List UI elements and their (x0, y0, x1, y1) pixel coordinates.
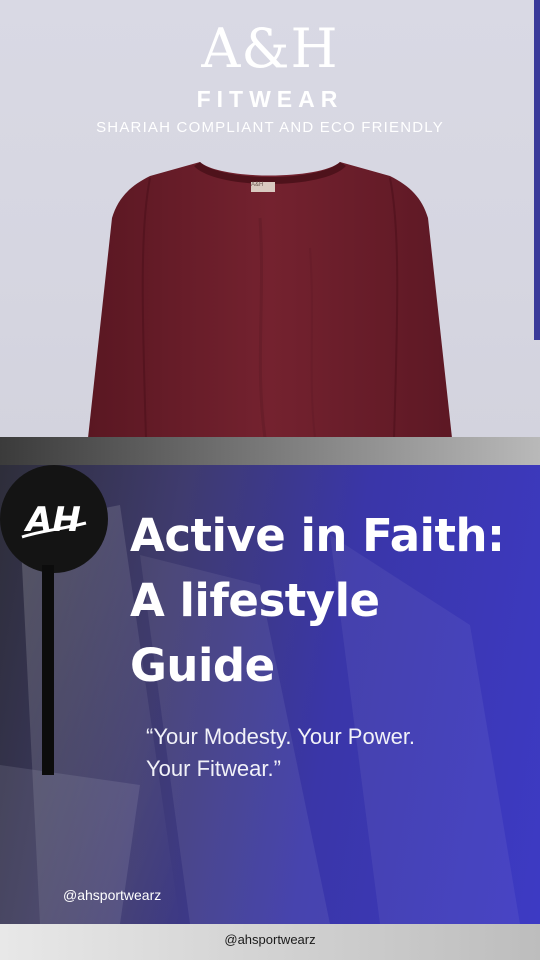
headline-line: A lifestyle (130, 574, 380, 627)
quote-line: Your Fitwear.” (146, 756, 281, 781)
footer-handle[interactable]: @ahsportwearz (0, 932, 540, 947)
headline-line: Guide (130, 639, 275, 692)
divider-strip (0, 437, 540, 465)
headline-line: Active in Faith: (130, 509, 505, 562)
brand-mark: A&H (201, 17, 339, 80)
logo-accent-bar (42, 565, 54, 775)
shirt-image (88, 162, 452, 437)
banner-quote: “Your Modesty. Your Power. Your Fitwear.… (146, 721, 526, 785)
social-handle[interactable]: @ahsportwearz (63, 887, 161, 903)
scrollbar[interactable] (534, 0, 540, 340)
ah-logo: AH (0, 465, 108, 573)
promo-banner: AH Active in Faith: A lifestyle Guide “Y… (0, 465, 540, 924)
ah-logo-icon: AH (21, 500, 87, 540)
product-hero: A&H FITWEAR SHARIAH COMPLIANT AND ECO FR… (0, 0, 540, 437)
quote-line: “Your Modesty. Your Power. (146, 724, 416, 749)
banner-headline: Active in Faith: A lifestyle Guide (130, 503, 535, 698)
shirt-label: A&H (251, 182, 264, 188)
footer-strip: @ahsportwearz (0, 924, 540, 960)
brand-subtitle: FITWEAR (196, 86, 344, 112)
brand-tagline: SHARIAH COMPLIANT AND ECO FRIENDLY (96, 119, 444, 136)
